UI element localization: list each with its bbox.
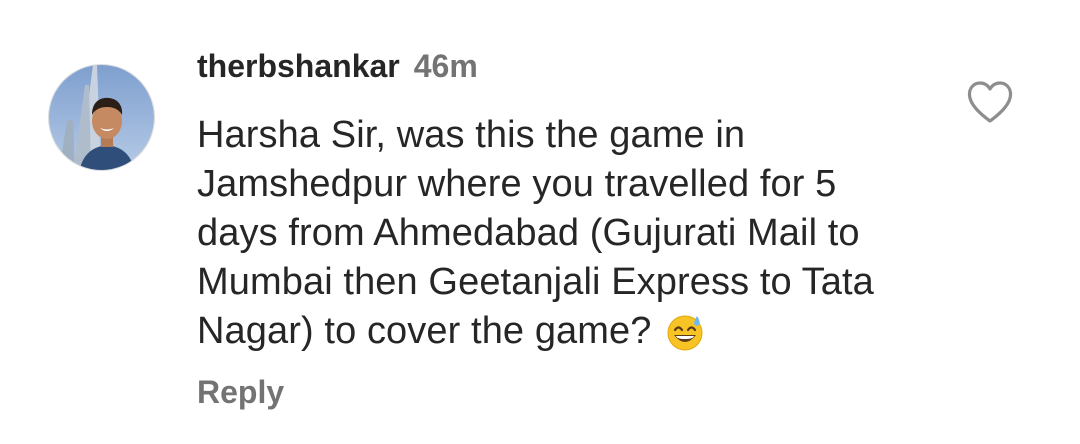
comment-text: Harsha Sir, was this the game in Jamshed… [197,114,874,352]
comment-item: therbshankar 46m Harsha Sir, was this the… [0,0,1080,444]
like-button[interactable] [966,80,1014,124]
timestamp: 46m [413,48,478,84]
username[interactable]: therbshankar [197,48,400,84]
avatar-image [49,65,154,170]
comment-header: therbshankar 46m [197,46,478,93]
heart-outline-icon [967,81,1013,123]
avatar[interactable] [48,64,155,171]
comment-text-block: Harsha Sir, was this the game in Jamshed… [197,111,927,356]
reply-button[interactable]: Reply [197,372,284,412]
grinning-face-with-sweat-emoji-icon [666,313,704,351]
